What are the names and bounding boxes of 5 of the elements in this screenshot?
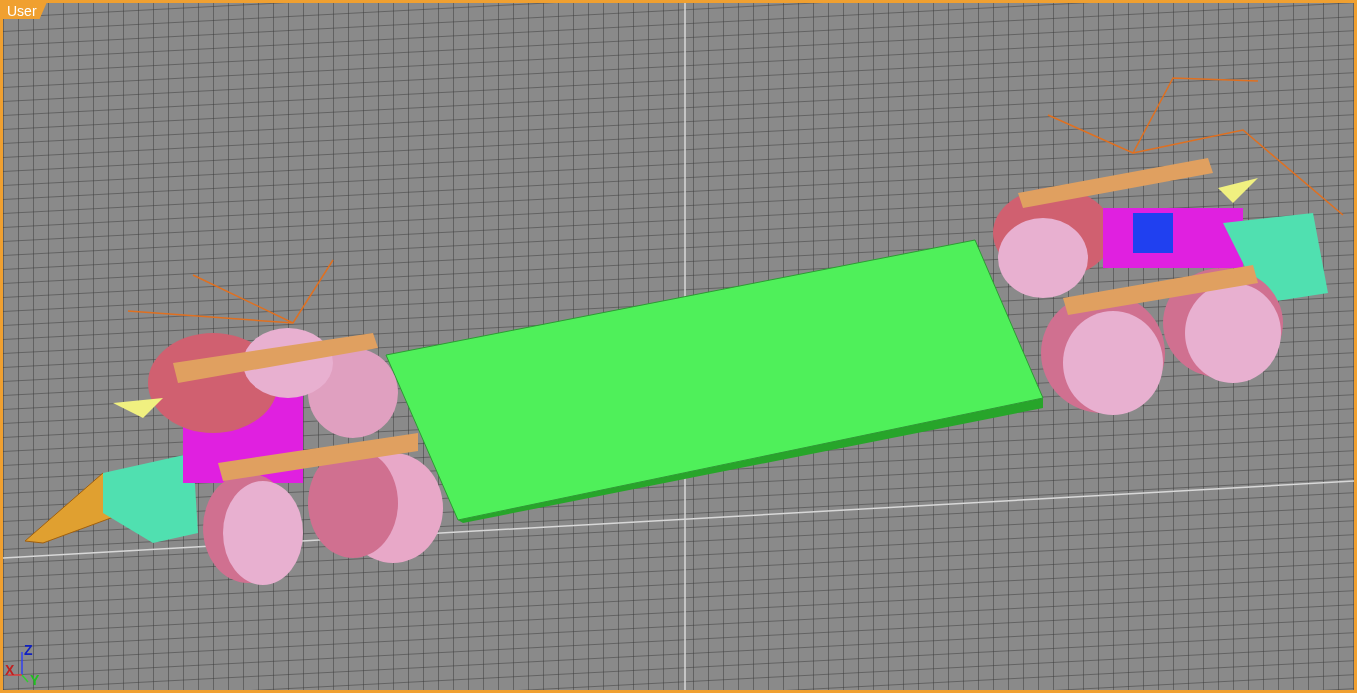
viewport-label[interactable]: User [3, 3, 47, 19]
y-axis-label: Y [30, 673, 40, 687]
x-axis-label: X [5, 663, 15, 677]
z-axis-label: Z [24, 643, 33, 657]
viewport[interactable]: User Z X Y [0, 0, 1357, 693]
